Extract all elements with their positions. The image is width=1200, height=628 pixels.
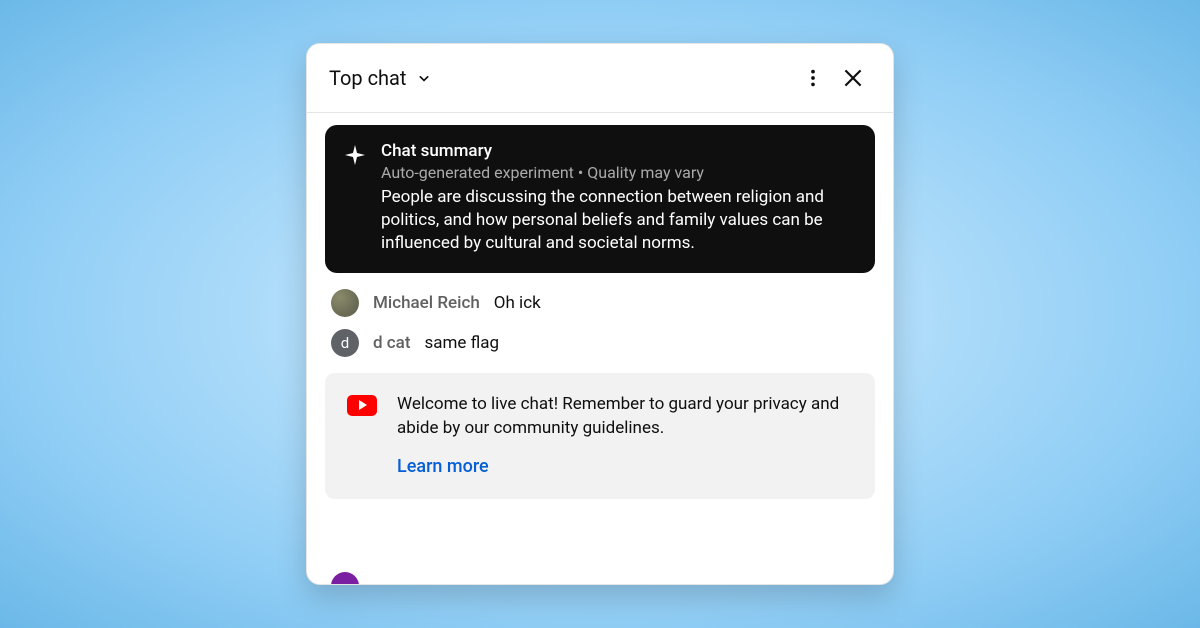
sparkle-icon bbox=[343, 141, 367, 255]
chat-messages: Michael Reich Oh ick d d cat same flag bbox=[325, 273, 875, 363]
avatar-initial: d bbox=[341, 334, 349, 352]
message-text: Oh ick bbox=[494, 293, 541, 313]
more-options-button[interactable] bbox=[793, 58, 833, 98]
summary-subtitle: Auto-generated experiment • Quality may … bbox=[381, 163, 855, 182]
chat-header: Top chat bbox=[307, 44, 893, 113]
summary-title: Chat summary bbox=[381, 141, 855, 161]
avatar[interactable] bbox=[331, 572, 359, 584]
learn-more-link[interactable]: Learn more bbox=[397, 456, 853, 477]
avatar[interactable]: d bbox=[331, 329, 359, 357]
message-author[interactable]: d cat bbox=[373, 333, 411, 353]
kebab-menu-icon bbox=[802, 67, 824, 89]
chevron-down-icon bbox=[414, 68, 434, 88]
chat-message: Michael Reich Oh ick bbox=[325, 283, 875, 323]
chat-summary-card: Chat summary Auto-generated experiment •… bbox=[325, 125, 875, 273]
chat-mode-selector[interactable]: Top chat bbox=[329, 66, 434, 90]
message-author[interactable]: Michael Reich bbox=[373, 293, 480, 313]
youtube-icon bbox=[347, 393, 377, 478]
close-icon bbox=[840, 65, 866, 91]
message-text: same flag bbox=[424, 333, 499, 353]
welcome-banner: Welcome to live chat! Remember to guard … bbox=[325, 373, 875, 500]
chat-message: d d cat same flag bbox=[325, 323, 875, 363]
close-chat-button[interactable] bbox=[833, 58, 873, 98]
chat-mode-label: Top chat bbox=[329, 66, 406, 90]
chat-body: Chat summary Auto-generated experiment •… bbox=[307, 113, 893, 584]
welcome-text: Welcome to live chat! Remember to guard … bbox=[397, 393, 853, 441]
live-chat-panel: Top chat Chat summary bbox=[306, 43, 894, 585]
avatar[interactable] bbox=[331, 289, 359, 317]
summary-body: People are discussing the connection bet… bbox=[381, 186, 855, 255]
